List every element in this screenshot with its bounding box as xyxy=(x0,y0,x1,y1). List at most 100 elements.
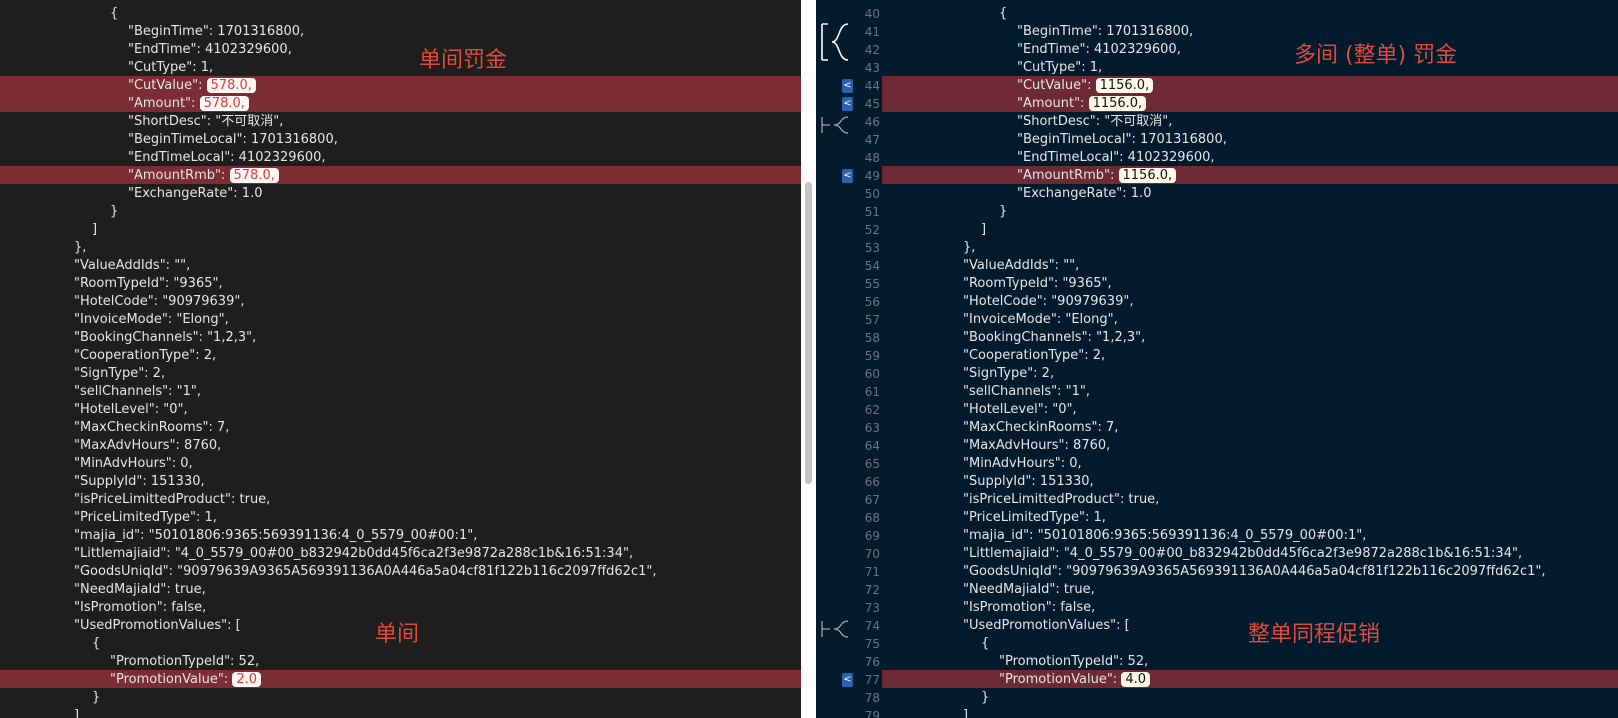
code-line[interactable]: { xyxy=(92,635,100,653)
code-line[interactable]: }, xyxy=(963,239,975,257)
code-line[interactable]: "EndTime": 4102329600, xyxy=(1017,41,1181,59)
code-line[interactable]: "SignType": 2, xyxy=(963,365,1054,383)
line-number: 62 xyxy=(864,403,880,417)
code-line[interactable]: { xyxy=(110,5,118,23)
code-line[interactable]: "Littlemajiaid": "4_0_5579_00#00_b832942… xyxy=(963,545,1522,563)
code-line[interactable]: "ValueAddIds": "", xyxy=(963,257,1079,275)
code-line[interactable]: "PromotionValue": 2.0 xyxy=(110,671,262,689)
code-line[interactable]: "GoodsUniqId": "90979639A9365A569391136A… xyxy=(963,563,1546,581)
code-line[interactable]: "Amount": 1156.0, xyxy=(1017,95,1147,113)
code-line[interactable]: "IsPromotion": false, xyxy=(963,599,1095,617)
code-line[interactable]: "HotelLevel": "0", xyxy=(963,401,1077,419)
code-line[interactable]: "CutType": 1, xyxy=(128,59,213,77)
code-line[interactable]: "UsedPromotionValues": [ xyxy=(963,617,1130,635)
code-line[interactable]: "HotelCode": "90979639", xyxy=(963,293,1133,311)
code-line[interactable]: "majia_id": "50101806:9365:569391136:4_0… xyxy=(74,527,477,545)
code-line[interactable]: "majia_id": "50101806:9365:569391136:4_0… xyxy=(963,527,1366,545)
line-number: 55 xyxy=(864,277,880,291)
code-line[interactable]: "MinAdvHours": 0, xyxy=(963,455,1082,473)
line-number: 64 xyxy=(864,439,880,453)
line-number: 52 xyxy=(864,223,880,237)
code-text: "BeginTime": 1701316800, xyxy=(128,24,305,39)
code-line[interactable]: "PromotionTypeId": 52, xyxy=(110,653,259,671)
code-line[interactable]: "CooperationType": 2, xyxy=(74,347,216,365)
code-line[interactable]: "InvoiceMode": "Elong", xyxy=(74,311,229,329)
code-text: "NeedMajiaId": true, xyxy=(963,582,1095,597)
code-line[interactable]: "MaxCheckinRooms": 7, xyxy=(74,419,229,437)
code-line[interactable]: "isPriceLimittedProduct": true, xyxy=(74,491,270,509)
code-line[interactable]: "AmountRmb": 578.0, xyxy=(128,167,279,185)
code-line[interactable]: "RoomTypeId": "9365", xyxy=(963,275,1112,293)
code-line[interactable]: "MaxAdvHours": 8760, xyxy=(963,437,1110,455)
code-line[interactable]: "Littlemajiaid": "4_0_5579_00#00_b832942… xyxy=(74,545,633,563)
code-line[interactable]: ] xyxy=(963,707,968,718)
code-line[interactable]: "ValueAddIds": "", xyxy=(74,257,190,275)
code-line[interactable]: "BookingChannels": "1,2,3", xyxy=(74,329,256,347)
changed-line-highlight xyxy=(882,76,1618,94)
revert-change-icon[interactable]: < xyxy=(842,97,853,111)
code-line[interactable]: "SupplyId": 151330, xyxy=(963,473,1094,491)
code-line[interactable]: "ExchangeRate": 1.0 xyxy=(128,185,262,203)
code-line[interactable]: } xyxy=(999,203,1007,221)
code-line[interactable]: "ExchangeRate": 1.0 xyxy=(1017,185,1151,203)
code-line[interactable]: "BeginTimeLocal": 1701316800, xyxy=(128,131,338,149)
code-text: "sellChannels": "1", xyxy=(963,384,1090,399)
revert-change-icon[interactable]: < xyxy=(842,673,853,687)
code-line[interactable]: "BookingChannels": "1,2,3", xyxy=(963,329,1145,347)
code-line[interactable]: "HotelLevel": "0", xyxy=(74,401,188,419)
code-line[interactable]: "Amount": 578.0, xyxy=(128,95,249,113)
code-line[interactable]: "EndTimeLocal": 4102329600, xyxy=(1017,149,1215,167)
code-line[interactable]: "PromotionTypeId": 52, xyxy=(999,653,1148,671)
code-line[interactable]: "CutValue": 1156.0, xyxy=(1017,77,1154,95)
code-line[interactable]: } xyxy=(110,203,118,221)
code-line[interactable]: "BeginTime": 1701316800, xyxy=(128,23,304,41)
code-line[interactable]: { xyxy=(981,635,989,653)
code-line[interactable]: "ShortDesc": "不可取消", xyxy=(1017,113,1172,131)
code-line[interactable]: { xyxy=(999,5,1007,23)
annotation-single-room-penalty: 单间罚金 xyxy=(419,48,508,73)
code-line[interactable]: "InvoiceMode": "Elong", xyxy=(963,311,1118,329)
code-line[interactable]: "SignType": 2, xyxy=(74,365,165,383)
code-line[interactable]: "sellChannels": "1", xyxy=(963,383,1090,401)
code-line[interactable]: "sellChannels": "1", xyxy=(74,383,201,401)
code-line[interactable]: } xyxy=(92,689,100,707)
scrollbar-thumb[interactable] xyxy=(805,182,812,484)
code-line[interactable]: "EndTimeLocal": 4102329600, xyxy=(128,149,326,167)
right-diff-pane[interactable]: 40 41 42 43 44 <45 <46 47 48 49 <50 51 52 53 54 55 56 57 5… xyxy=(816,0,1618,718)
vertical-scrollbar[interactable] xyxy=(801,0,816,718)
code-line[interactable]: "AmountRmb": 1156.0, xyxy=(1017,167,1177,185)
code-line[interactable]: ] xyxy=(92,221,97,239)
code-line[interactable]: "PriceLimitedType": 1, xyxy=(74,509,217,527)
code-line[interactable]: ] xyxy=(981,221,986,239)
code-line[interactable]: "CooperationType": 2, xyxy=(963,347,1105,365)
code-line[interactable]: "MinAdvHours": 0, xyxy=(74,455,193,473)
code-line[interactable]: "CutValue": 578.0, xyxy=(128,77,256,95)
code-line[interactable]: "HotelCode": "90979639", xyxy=(74,293,244,311)
code-line[interactable]: "GoodsUniqId": "90979639A9365A569391136A… xyxy=(74,563,657,581)
left-diff-pane[interactable]: 单间罚金 单间 {"BeginTime": 1701316800, "EndTim… xyxy=(0,0,801,718)
code-line[interactable]: "MaxAdvHours": 8760, xyxy=(74,437,221,455)
code-line[interactable]: "NeedMajiaId": true, xyxy=(74,581,206,599)
code-line[interactable]: "MaxCheckinRooms": 7, xyxy=(963,419,1118,437)
revert-change-icon[interactable]: < xyxy=(842,79,853,93)
code-line[interactable]: ] xyxy=(74,707,79,718)
revert-change-icon[interactable]: < xyxy=(842,169,853,183)
code-line[interactable]: }, xyxy=(74,239,86,257)
code-line[interactable]: "isPriceLimittedProduct": true, xyxy=(963,491,1159,509)
code-line[interactable]: } xyxy=(981,689,989,707)
code-line[interactable]: "NeedMajiaId": true, xyxy=(963,581,1095,599)
code-line[interactable]: "EndTime": 4102329600, xyxy=(128,41,292,59)
code-line[interactable]: "BeginTime": 1701316800, xyxy=(1017,23,1193,41)
code-line[interactable]: "ShortDesc": "不可取消", xyxy=(128,113,283,131)
code-line[interactable]: "CutType": 1, xyxy=(1017,59,1102,77)
code-text: "RoomTypeId": "9365", xyxy=(74,276,223,291)
code-line[interactable]: "BeginTimeLocal": 1701316800, xyxy=(1017,131,1227,149)
code-line[interactable]: "IsPromotion": false, xyxy=(74,599,206,617)
code-line[interactable]: "SupplyId": 151330, xyxy=(74,473,205,491)
code-text: "MaxCheckinRooms": 7, xyxy=(74,420,230,435)
code-line[interactable]: "PromotionValue": 4.0 xyxy=(999,671,1151,689)
code-text: ] xyxy=(963,708,969,718)
code-line[interactable]: "UsedPromotionValues": [ xyxy=(74,617,241,635)
code-line[interactable]: "RoomTypeId": "9365", xyxy=(74,275,223,293)
code-line[interactable]: "PriceLimitedType": 1, xyxy=(963,509,1106,527)
